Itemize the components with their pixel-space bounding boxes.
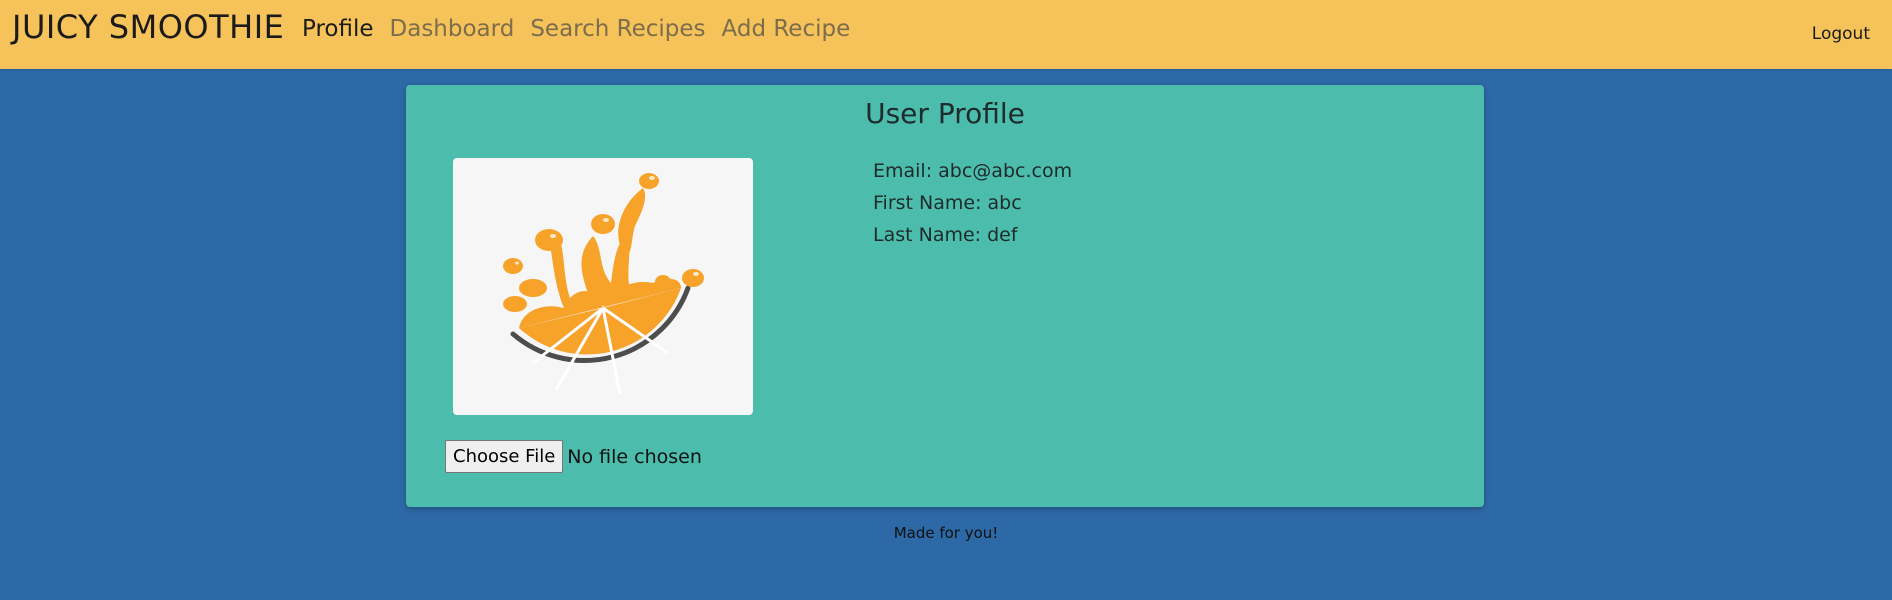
last-name-line: Last Name: def <box>873 224 1018 246</box>
nav-link-profile[interactable]: Profile <box>302 16 374 42</box>
nav-link-search-recipes[interactable]: Search Recipes <box>530 16 705 42</box>
brand-logo-text[interactable]: JUICY SMOOTHIE <box>12 8 284 46</box>
first-name-line: First Name: abc <box>873 192 1022 214</box>
footer-text: Made for you! <box>893 524 999 542</box>
nav-link-add-recipe[interactable]: Add Recipe <box>722 16 851 42</box>
nav-links: Profile Dashboard Search Recipes Add Rec… <box>302 16 850 42</box>
top-navbar: JUICY SMOOTHIE Profile Dashboard Search … <box>0 0 1892 69</box>
nav-link-dashboard[interactable]: Dashboard <box>390 16 515 42</box>
profile-image <box>453 158 753 415</box>
profile-info: Email: abc@abc.com First Name: abc Last … <box>873 155 1072 251</box>
page-title: User Profile <box>865 97 1025 130</box>
logout-link[interactable]: Logout <box>1812 24 1870 44</box>
profile-card: User Profile Email: abc@abc.com First Na… <box>406 85 1484 507</box>
orange-splash-logo-icon <box>503 173 704 395</box>
choose-file-button[interactable]: Choose File <box>445 440 564 473</box>
email-line: Email: abc@abc.com <box>873 160 1073 182</box>
file-status-text: No file chosen <box>567 445 702 468</box>
file-input: Choose File No file chosen <box>445 440 702 473</box>
